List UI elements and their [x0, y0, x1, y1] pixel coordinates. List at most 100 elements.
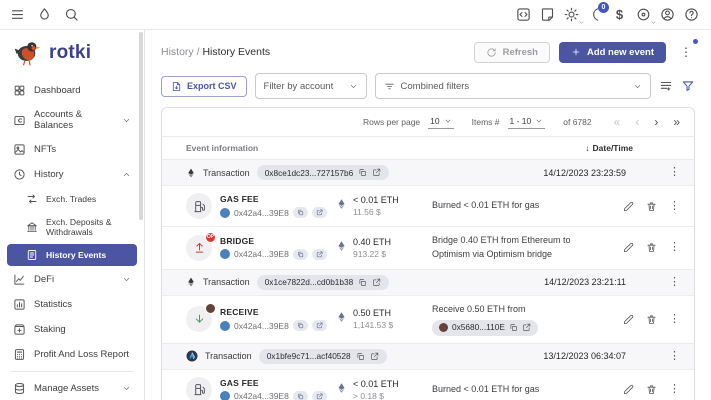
delete-trash-icon[interactable]: [646, 201, 657, 212]
bridge-withdraw-icon: OP: [186, 231, 216, 261]
sidebar-item-dashboard[interactable]: Dashboard: [7, 79, 137, 102]
combined-filters-select[interactable]: Combined filters: [374, 73, 651, 99]
refresh-button[interactable]: Refresh: [473, 41, 550, 63]
copy-icon[interactable]: [358, 278, 367, 287]
breadcrumb-separator: /: [196, 46, 200, 58]
table-pagination: Rows per page 10 Items # 1 - 10 of 6782 …: [162, 108, 694, 136]
bank-icon: [26, 221, 38, 233]
event-amount: < 0.01 ETH: [353, 378, 399, 389]
sidebar-item-nfts[interactable]: NFTs: [7, 138, 137, 161]
currency-dollar-icon[interactable]: $: [612, 7, 627, 22]
items-range-select[interactable]: 1 - 10: [507, 115, 546, 129]
external-link-icon[interactable]: [522, 323, 531, 332]
sidebar-item-staking[interactable]: Staking: [7, 318, 137, 341]
counterparty-avatar: [439, 323, 448, 333]
event-fiat-value: 1,141.53 $: [353, 320, 394, 331]
row-menu-button[interactable]: ⋮: [669, 200, 680, 212]
external-link-icon[interactable]: [370, 352, 379, 361]
table-row: GAS FEE 0x42a4...39E8 < 0.01 ETH > 0.18: [162, 370, 694, 400]
event-type: GAS FEE: [220, 377, 259, 388]
top-app-bar: 0 $: [0, 0, 711, 30]
copy-icon[interactable]: [356, 352, 365, 361]
copy-icon[interactable]: [292, 320, 308, 332]
copy-icon[interactable]: [509, 323, 518, 332]
copy-icon[interactable]: [292, 390, 308, 400]
gas-fee-icon: [186, 376, 212, 400]
row-menu-button[interactable]: ⋮: [669, 167, 680, 178]
row-menu-button[interactable]: ⋮: [669, 350, 680, 362]
previous-page-button[interactable]: ‹: [635, 116, 639, 128]
sidebar-scrollbar[interactable]: [139, 32, 143, 220]
external-link-icon[interactable]: [311, 390, 327, 400]
external-link-icon[interactable]: [372, 168, 381, 177]
sidebar-item-manage-assets[interactable]: Manage Assets: [7, 377, 137, 400]
tx-label: Transaction: [203, 277, 250, 288]
chevron-down-icon: [122, 384, 131, 393]
delete-trash-icon[interactable]: [646, 384, 657, 395]
filter-funnel-icon[interactable]: [681, 79, 695, 93]
tasks-indicator-icon[interactable]: 0: [588, 2, 609, 22]
last-page-button[interactable]: »: [673, 116, 680, 128]
menu-icon[interactable]: [10, 7, 25, 22]
event-amount: 0.40 ETH: [353, 236, 392, 247]
sidebar-item-exch-trades[interactable]: Exch. Trades: [7, 188, 137, 210]
table-row: Transaction 0x1bfe9c71...acf40528 13/12/…: [162, 343, 694, 370]
event-amount: < 0.01 ETH: [353, 195, 399, 205]
table-settings-icon[interactable]: [659, 79, 673, 93]
row-menu-button[interactable]: ⋮: [669, 242, 680, 253]
external-link-icon[interactable]: [311, 248, 327, 260]
export-csv-button[interactable]: Export CSV: [161, 75, 247, 97]
code-box-icon[interactable]: [516, 7, 531, 22]
sidebar-item-profit-loss-report[interactable]: Profit And Loss Report: [7, 343, 137, 366]
breadcrumb-parent[interactable]: History: [161, 46, 194, 58]
sidebar-item-history-events[interactable]: History Events: [7, 244, 137, 266]
delete-trash-icon[interactable]: [646, 242, 657, 253]
tx-hash-chip[interactable]: 0x1ce7822d...cd0b1b38: [256, 274, 390, 290]
page-overflow-menu[interactable]: ⋮: [677, 39, 698, 63]
event-note: Burned < 0.01 ETH for gas: [432, 200, 540, 211]
sidebar-item-statistics[interactable]: Statistics: [7, 293, 137, 316]
next-page-button[interactable]: ›: [654, 116, 658, 128]
external-link-icon[interactable]: [311, 207, 327, 218]
sidebar-item-exch-deposits-withdrawals[interactable]: Exch. Deposits & Withdrawals: [7, 212, 137, 242]
rows-per-page-select[interactable]: 10: [428, 115, 454, 129]
ethereum-icon: [186, 275, 196, 289]
tx-hash-chip[interactable]: 0x1bfe9c71...acf40528: [258, 348, 387, 364]
copy-icon[interactable]: [358, 168, 367, 177]
account-address: 0x42a4...39E8: [234, 249, 289, 260]
database-icon: [13, 382, 26, 395]
external-link-icon[interactable]: [372, 278, 381, 287]
copy-icon[interactable]: [292, 207, 308, 218]
column-date-time[interactable]: ↓ Date/Time: [585, 143, 633, 153]
counterparty-address-chip[interactable]: 0x5680...110E: [432, 319, 538, 336]
event-type: BRIDGE: [220, 235, 255, 246]
sidebar-item-defi[interactable]: DeFi: [7, 268, 137, 291]
copy-icon[interactable]: [292, 248, 308, 260]
first-page-button[interactable]: «: [614, 116, 621, 128]
row-menu-button[interactable]: ⋮: [669, 276, 680, 288]
edit-pencil-icon[interactable]: [623, 242, 634, 253]
arbitrum-icon: [186, 350, 198, 362]
sidebar-item-accounts-balances[interactable]: Accounts & Balances: [7, 104, 137, 136]
help-icon[interactable]: [684, 7, 699, 22]
edit-pencil-icon[interactable]: [623, 314, 634, 325]
edit-pencil-icon[interactable]: [623, 201, 634, 212]
external-link-icon[interactable]: [311, 320, 327, 332]
premium-drop-icon[interactable]: [37, 7, 52, 22]
theme-sun-icon[interactable]: [564, 7, 579, 22]
filter-by-account-select[interactable]: Filter by account: [254, 73, 367, 99]
row-menu-button[interactable]: ⋮: [669, 313, 680, 325]
tx-hash-chip[interactable]: 0x8ce1dc23...727157b6: [256, 165, 390, 180]
app-logo[interactable]: rotki: [0, 30, 144, 77]
sidebar-item-history[interactable]: History: [7, 163, 137, 186]
privacy-mode-icon[interactable]: [636, 7, 651, 22]
sort-desc-icon: ↓: [585, 143, 590, 153]
notes-icon[interactable]: [540, 7, 555, 22]
edit-pencil-icon[interactable]: [623, 384, 634, 395]
search-icon[interactable]: [64, 7, 79, 22]
add-new-event-button[interactable]: Add new event: [558, 41, 666, 63]
eth-asset-icon: [336, 238, 347, 254]
row-menu-button[interactable]: ⋮: [669, 384, 680, 395]
delete-trash-icon[interactable]: [646, 314, 657, 325]
account-icon[interactable]: [660, 7, 675, 22]
